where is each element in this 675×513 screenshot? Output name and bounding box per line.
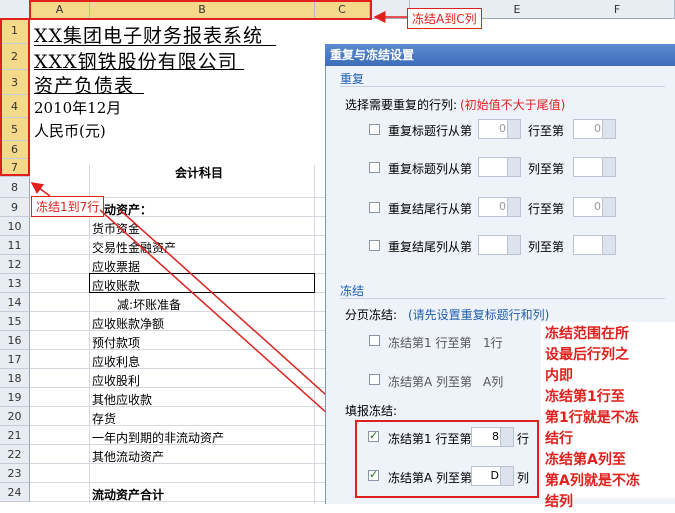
spin-buttons-icon[interactable] — [507, 236, 520, 254]
repeat-to-label: 行至第 — [528, 124, 565, 138]
spin-buttons-icon[interactable] — [602, 236, 615, 254]
page-freeze-row-checkbox[interactable] — [369, 335, 380, 346]
spin-buttons-icon[interactable] — [507, 120, 520, 138]
note-line: 第A列就是不冻 — [545, 473, 640, 489]
repeat-to-stepper[interactable]: 0 — [573, 197, 616, 217]
fill-freeze-row-unit: 行 — [517, 432, 530, 446]
page-freeze-label: 分页冻结: — [345, 308, 398, 322]
repeat-option-label: 重复标题列从第 — [388, 162, 473, 176]
page-freeze-col-value: A列 — [483, 375, 504, 389]
note-line: 内即 — [545, 368, 573, 384]
fill-freeze-row-checkbox[interactable] — [368, 429, 379, 442]
repeat-from-value: 0 — [499, 200, 506, 213]
fill-freeze-row-value: 8 — [492, 430, 499, 443]
freeze-section-title: 冻结 — [340, 284, 365, 298]
repeat-to-label: 列至第 — [528, 162, 565, 176]
fill-freeze-col-checkbox[interactable] — [368, 468, 379, 481]
repeat-divider — [340, 86, 665, 87]
repeat-to-stepper[interactable]: 0 — [573, 119, 616, 139]
dialog-title: 重复与冻结设置 — [325, 44, 675, 66]
fill-freeze-col-label: 冻结第A 列至第 — [388, 471, 473, 485]
repeat-to-stepper[interactable] — [573, 235, 616, 255]
repeat-to-stepper[interactable] — [573, 157, 616, 177]
repeat-to-label: 列至第 — [528, 240, 565, 254]
spin-buttons-icon[interactable] — [602, 158, 615, 176]
fill-freeze-row-label: 冻结第1 行至第 — [388, 432, 472, 446]
repeat-option-checkbox[interactable] — [369, 240, 380, 251]
repeat-to-value: 0 — [594, 122, 601, 135]
repeat-from-stepper[interactable]: 0 — [478, 119, 521, 139]
repeat-option-label: 重复结尾行从第 — [388, 202, 473, 216]
spin-buttons-icon[interactable] — [507, 198, 520, 216]
repeat-hint: (初始值不大于尾值) — [460, 98, 566, 112]
repeat-option-label: 重复标题行从第 — [388, 124, 473, 138]
page-freeze-col-label: 冻结第A 列至第 — [388, 375, 473, 389]
repeat-section-title: 重复 — [340, 72, 365, 86]
repeat-from-stepper[interactable] — [478, 235, 521, 255]
page-freeze-row-label: 冻结第1 行至第 — [388, 336, 472, 350]
note-line: 设最后行列之 — [545, 347, 629, 363]
repeat-from-value: 0 — [499, 122, 506, 135]
fill-freeze-col-stepper[interactable]: D — [471, 466, 514, 486]
repeat-from-stepper[interactable]: 0 — [478, 197, 521, 217]
note-line: 冻结第1行至 — [545, 389, 625, 405]
repeat-option-checkbox[interactable] — [369, 202, 380, 213]
note-line: 第1行就是不冻 — [545, 410, 639, 426]
page-freeze-col-checkbox[interactable] — [369, 374, 380, 385]
note-line: 冻结范围在所 — [545, 326, 629, 342]
note-line: 冻结第A列至 — [545, 452, 626, 468]
fill-freeze-row-stepper[interactable]: 8 — [471, 427, 514, 447]
repeat-prompt: 选择需要重复的行列: — [345, 98, 458, 112]
note-line: 结列 — [545, 494, 573, 510]
freeze-divider — [340, 298, 665, 299]
repeat-option-checkbox[interactable] — [369, 162, 380, 173]
note-line: 结行 — [545, 431, 573, 447]
spin-buttons-icon[interactable] — [602, 198, 615, 216]
repeat-to-label: 行至第 — [528, 202, 565, 216]
spin-buttons-icon[interactable] — [500, 467, 513, 485]
fill-freeze-label: 填报冻结: — [345, 404, 398, 418]
fill-freeze-col-unit: 列 — [517, 471, 530, 485]
spin-buttons-icon[interactable] — [500, 428, 513, 446]
repeat-option-label: 重复结尾列从第 — [388, 240, 473, 254]
repeat-to-value: 0 — [594, 200, 601, 213]
repeat-from-stepper[interactable] — [478, 157, 521, 177]
page-freeze-hint: (请先设置重复标题行和列) — [408, 308, 550, 322]
explanation-note: 冻结范围在所 设最后行列之 内即冻结第1行至 第1行就是不冻 结行冻结第A列至 第A列就是… — [541, 322, 675, 510]
repeat-option-checkbox[interactable] — [369, 124, 380, 135]
fill-freeze-col-value: D — [490, 469, 499, 482]
spin-buttons-icon[interactable] — [507, 158, 520, 176]
page-freeze-row-value: 1行 — [483, 336, 503, 350]
spin-buttons-icon[interactable] — [602, 120, 615, 138]
